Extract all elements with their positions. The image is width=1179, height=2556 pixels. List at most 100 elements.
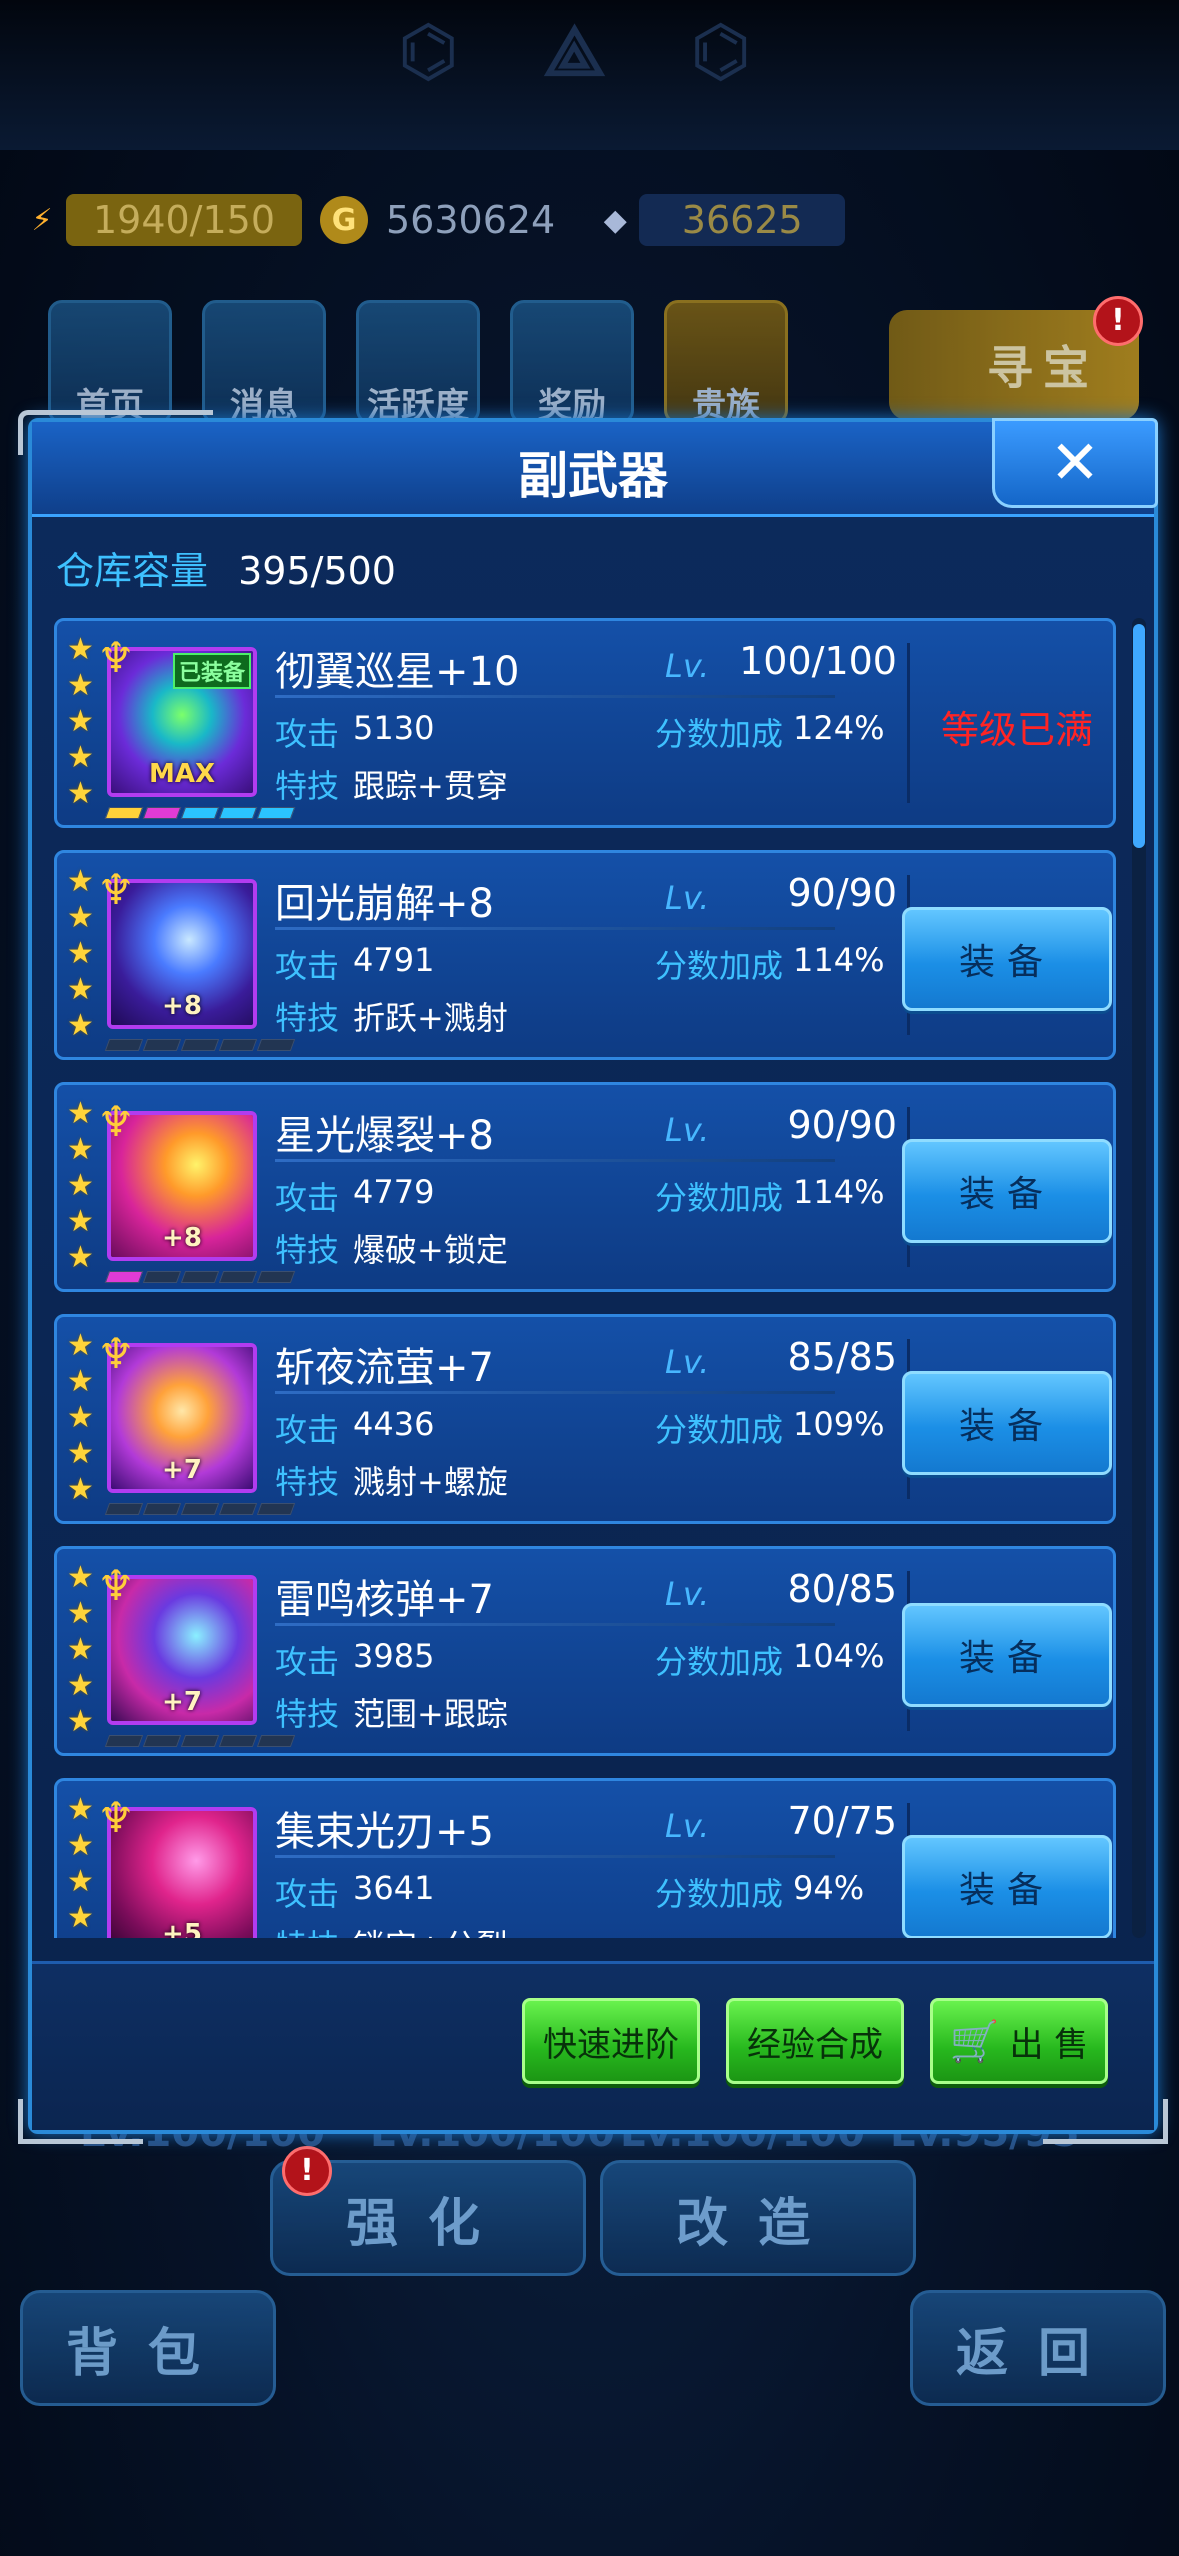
weapon-card[interactable]: ★ ★ ★ ★ ★ ♆ +7 斩夜流萤+7 Lv. 85/85 攻击 4436 …: [54, 1314, 1116, 1524]
rank-wings-icon: ♆: [97, 633, 135, 682]
secondary-weapon-dialog: 副武器 ✕ 仓库容量 395/500 ★ ★ ★ ★ ★ ♆ 已装备 MAX 彻…: [18, 410, 1168, 2144]
list-scrollbar[interactable]: [1132, 618, 1146, 1938]
star-icon: ★: [67, 776, 94, 811]
star-icon: ★: [67, 1400, 94, 1435]
attack-value: 5130: [353, 709, 435, 747]
equipped-tag: 已装备: [172, 653, 251, 689]
energy-resource[interactable]: ⚡ 1940/150: [18, 192, 302, 248]
main-nav: 首页 消息 活跃度 奖励 贵族: [48, 300, 788, 426]
background-title-art: ⌬ ⟁ ⌬: [397, 10, 782, 92]
resource-bar: ⚡ 1940/150 G 5630624 ◆ 36625: [18, 180, 1161, 260]
nav-home[interactable]: 首页: [48, 300, 172, 426]
weapon-name: 集束光刃+5: [275, 1809, 494, 1855]
quick-advance-button[interactable]: 快速进阶: [522, 1998, 700, 2084]
weapon-level: 90/90: [787, 871, 897, 915]
score-bonus-label: 分数加成: [655, 947, 784, 985]
dialog-footer: 快速进阶 经验合成 🛒 出 售: [32, 1961, 1154, 2130]
weapon-level: 100/100: [739, 639, 897, 683]
attack-value: 3641: [353, 1869, 435, 1907]
skill-label: 特技: [275, 767, 340, 805]
coin-icon: G: [320, 196, 368, 244]
skill-value: 跟踪+贯穿: [353, 767, 508, 805]
star-icon: ★: [67, 1436, 94, 1471]
level-maxed-text: 等级已满: [940, 708, 1093, 752]
strengthen-alert-badge: !: [282, 2146, 332, 2196]
attack-label: 攻击: [275, 1179, 340, 1217]
equip-button[interactable]: 装备: [902, 907, 1112, 1011]
weapon-name: 彻翼巡星+10: [275, 649, 520, 695]
gem-resource[interactable]: ◆ 36625: [591, 192, 846, 248]
score-bonus-value: 114%: [793, 1173, 885, 1211]
score-bonus-label: 分数加成: [655, 715, 784, 753]
weapon-card[interactable]: ★ ★ ★ ★ ★ ♆ 已装备 MAX 彻翼巡星+10 Lv. 100/100 …: [54, 618, 1116, 828]
skill-label: 特技: [275, 1921, 339, 1938]
rank-wings-icon: ♆: [97, 1097, 135, 1146]
close-button[interactable]: ✕: [992, 418, 1158, 508]
weapon-list[interactable]: ★ ★ ★ ★ ★ ♆ 已装备 MAX 彻翼巡星+10 Lv. 100/100 …: [54, 618, 1116, 1938]
star-icon: ★: [67, 1008, 94, 1043]
back-button[interactable]: 返回: [910, 2290, 1166, 2406]
star-icon: ★: [67, 1632, 94, 1667]
weapon-card[interactable]: ★ ★ ★ ★ ★ ♆ +8 星光爆裂+8 Lv. 90/90 攻击 4779 …: [54, 1082, 1116, 1292]
treasure-alert-badge: !: [1093, 296, 1143, 346]
skill-label: 特技: [275, 1231, 340, 1269]
star-icon: ★: [67, 1240, 94, 1275]
score-bonus-value: 114%: [793, 941, 885, 979]
weapon-card[interactable]: ★ ★ ★ ★ ★ ♆ +5 集束光刃+5 Lv. 70/75 攻击 3641 …: [54, 1778, 1116, 1938]
upgrade-pips: [104, 1503, 296, 1515]
weapon-name: 星光爆裂+8: [275, 1113, 494, 1159]
star-icon: ★: [67, 740, 94, 775]
treasure-label: 寻宝: [987, 341, 1099, 395]
cart-icon: 🛒: [949, 2018, 1000, 2065]
coin-resource[interactable]: G 5630624: [320, 192, 573, 248]
background-header: ⌬ ⟁ ⌬: [0, 0, 1179, 150]
dialog-header: 副武器: [32, 422, 1154, 517]
level-label: Lv.: [665, 1343, 710, 1381]
attack-label: 攻击: [275, 947, 340, 985]
upgrade-pips: [104, 1271, 296, 1283]
rank-wings-icon: ♆: [97, 1793, 135, 1842]
skill-label: 特技: [275, 1463, 340, 1501]
score-bonus-label: 分数加成: [655, 1875, 784, 1913]
level-label: Lv.: [665, 1807, 710, 1845]
modify-button[interactable]: 改造: [600, 2160, 916, 2276]
weapon-level-badge: +7: [162, 1455, 202, 1485]
equip-button[interactable]: 装备: [902, 1835, 1112, 1938]
weapon-name: 雷鸣核弹+7: [275, 1577, 494, 1623]
star-icon: ★: [67, 704, 94, 739]
skill-label: 特技: [275, 1695, 340, 1733]
level-label: Lv.: [665, 879, 710, 917]
skill-value: 锁定+分裂: [353, 1921, 508, 1938]
bag-button[interactable]: 背包: [20, 2290, 276, 2406]
level-label: Lv.: [665, 647, 710, 685]
attack-label: 攻击: [275, 1875, 340, 1913]
exp-merge-button[interactable]: 经验合成: [726, 1998, 904, 2084]
skill-value: 爆破+锁定: [353, 1231, 508, 1269]
star-icon: ★: [67, 1168, 94, 1203]
nav-activity[interactable]: 活跃度: [356, 300, 480, 426]
equip-button[interactable]: 装备: [902, 1139, 1112, 1243]
skill-value: 范围+跟踪: [353, 1695, 508, 1733]
score-bonus-label: 分数加成: [655, 1411, 784, 1449]
equip-button[interactable]: 装备: [902, 1603, 1112, 1707]
upgrade-pips: [104, 1735, 296, 1747]
coin-value: 5630624: [386, 198, 556, 242]
star-icon: ★: [67, 936, 94, 971]
attack-value: 3985: [353, 1637, 435, 1675]
nav-rewards[interactable]: 奖励: [510, 300, 634, 426]
nav-vip[interactable]: 贵族: [664, 300, 788, 426]
scroll-thumb[interactable]: [1133, 624, 1145, 848]
level-label: Lv.: [665, 1111, 710, 1149]
sell-button[interactable]: 🛒 出 售: [930, 1998, 1108, 2084]
weapon-level-badge: +7: [162, 1687, 202, 1717]
weapon-card[interactable]: ★ ★ ★ ★ ★ ♆ +8 回光崩解+8 Lv. 90/90 攻击 4791 …: [54, 850, 1116, 1060]
storage-capacity: 仓库容量 395/500: [56, 540, 396, 595]
weapon-card[interactable]: ★ ★ ★ ★ ★ ♆ +7 雷鸣核弹+7 Lv. 80/85 攻击 3985 …: [54, 1546, 1116, 1756]
nav-messages[interactable]: 消息: [202, 300, 326, 426]
score-bonus-label: 分数加成: [655, 1643, 784, 1681]
star-icon: ★: [67, 1704, 94, 1739]
star-icon: ★: [67, 1864, 94, 1899]
star-icon: ★: [67, 1204, 94, 1239]
skill-value: 溅射+螺旋: [353, 1463, 508, 1501]
equip-button[interactable]: 装备: [902, 1371, 1112, 1475]
